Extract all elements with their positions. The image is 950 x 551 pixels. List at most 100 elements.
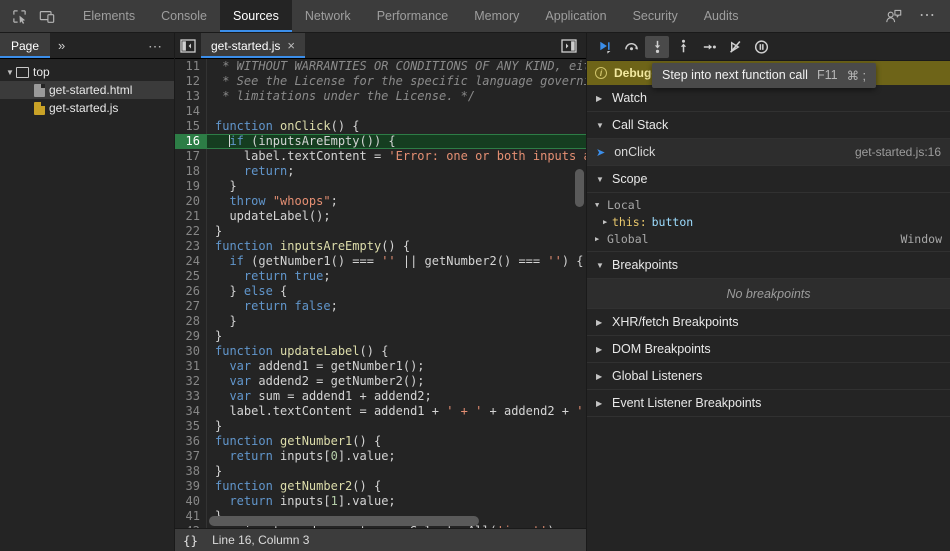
scope-property-value[interactable]: button <box>652 215 694 229</box>
code-text[interactable]: return inputs[0].value; <box>207 449 396 464</box>
code-text[interactable]: if (inputsAreEmpty()) { <box>207 134 396 149</box>
line-number[interactable]: 26 <box>175 284 207 299</box>
code-line[interactable]: 19 } <box>175 179 586 194</box>
code-text[interactable] <box>207 104 215 119</box>
code-text[interactable]: function inputsAreEmpty() { <box>207 239 410 254</box>
step-icon[interactable] <box>697 36 721 58</box>
line-number[interactable]: 24 <box>175 254 207 269</box>
scope-row-local[interactable]: ▼ Local <box>587 196 950 213</box>
section-watch[interactable]: ▶ Watch <box>587 85 950 112</box>
line-number[interactable]: 37 <box>175 449 207 464</box>
code-line[interactable]: 12 * See the License for the specific la… <box>175 74 586 89</box>
line-number[interactable]: 31 <box>175 359 207 374</box>
line-number[interactable]: 16 <box>175 134 207 149</box>
vertical-scrollbar[interactable] <box>575 169 584 207</box>
section-global-listeners[interactable]: ▶ Global Listeners <box>587 363 950 390</box>
line-number[interactable]: 41 <box>175 509 207 524</box>
line-number[interactable]: 15 <box>175 119 207 134</box>
code-line[interactable]: 32 var addend2 = getNumber2(); <box>175 374 586 389</box>
tab-memory[interactable]: Memory <box>461 0 532 32</box>
section-xhr-fetch-breakpoints[interactable]: ▶ XHR/fetch Breakpoints <box>587 309 950 336</box>
scrollbar-thumb[interactable] <box>209 516 479 526</box>
line-number[interactable]: 36 <box>175 434 207 449</box>
code-line[interactable]: 26 } else { <box>175 284 586 299</box>
line-number[interactable]: 25 <box>175 269 207 284</box>
line-number[interactable]: 22 <box>175 224 207 239</box>
code-text[interactable]: function getNumber1() { <box>207 434 381 449</box>
section-call-stack[interactable]: ▼ Call Stack <box>587 112 950 139</box>
code-text[interactable]: * WITHOUT WARRANTIES OR CONDITIONS OF AN… <box>207 59 586 74</box>
code-line[interactable]: 38} <box>175 464 586 479</box>
tab-sources[interactable]: Sources <box>220 0 292 32</box>
line-number[interactable]: 33 <box>175 389 207 404</box>
step-into-next-function-call-icon[interactable] <box>645 36 669 58</box>
line-number[interactable]: 20 <box>175 194 207 209</box>
section-event-listener-breakpoints[interactable]: ▶ Event Listener Breakpoints <box>587 390 950 417</box>
line-number[interactable]: 30 <box>175 344 207 359</box>
code-text[interactable]: function updateLabel() { <box>207 344 388 359</box>
tab-application[interactable]: Application <box>532 0 619 32</box>
scope-row-global[interactable]: ▶ Global Window <box>587 230 950 247</box>
code-line[interactable]: 40 return inputs[1].value; <box>175 494 586 509</box>
code-text[interactable]: var addend1 = getNumber1(); <box>207 359 425 374</box>
section-breakpoints[interactable]: ▼ Breakpoints <box>587 252 950 279</box>
tree-item-get-started-html[interactable]: get-started.html <box>0 81 174 99</box>
line-number[interactable]: 27 <box>175 299 207 314</box>
step-out-of-current-function-icon[interactable] <box>671 36 695 58</box>
code-text[interactable]: function onClick() { <box>207 119 360 134</box>
code-line[interactable]: 25 return true; <box>175 269 586 284</box>
code-text[interactable]: label.textContent = addend1 + ' + ' + ad… <box>207 404 586 419</box>
scope-row-this[interactable]: ▶ this: button <box>587 213 950 230</box>
code-text[interactable]: } <box>207 179 237 194</box>
code-line[interactable]: 28 } <box>175 314 586 329</box>
code-text[interactable]: } <box>207 464 222 479</box>
code-text[interactable]: } <box>207 224 222 239</box>
code-line[interactable]: 33 var sum = addend1 + addend2; <box>175 389 586 404</box>
code-line[interactable]: 21 updateLabel(); <box>175 209 586 224</box>
more-options-icon[interactable]: ⋯ <box>916 8 940 24</box>
code-text[interactable]: if (getNumber1() === '' || getNumber2() … <box>207 254 584 269</box>
navigator-more-options-icon[interactable]: ⋯ <box>138 33 174 58</box>
chevron-right-icon[interactable]: ▶ <box>595 235 604 243</box>
tree-item-get-started-js[interactable]: get-started.js <box>0 99 174 117</box>
horizontal-scrollbar[interactable] <box>209 516 584 526</box>
code-text[interactable]: } <box>207 329 222 344</box>
deactivate-breakpoints-icon[interactable] <box>723 36 747 58</box>
code-line[interactable]: 11 * WITHOUT WARRANTIES OR CONDITIONS OF… <box>175 59 586 74</box>
line-number[interactable]: 29 <box>175 329 207 344</box>
line-number[interactable]: 11 <box>175 59 207 74</box>
code-line[interactable]: 24 if (getNumber1() === '' || getNumber2… <box>175 254 586 269</box>
line-number[interactable]: 18 <box>175 164 207 179</box>
chevron-down-icon[interactable]: ▼ <box>595 201 604 209</box>
code-line[interactable]: 22} <box>175 224 586 239</box>
more-tabs-icon[interactable]: » <box>50 33 73 58</box>
show-debugger-icon[interactable] <box>556 39 582 53</box>
code-line[interactable]: 17 label.textContent = 'Error: one or bo… <box>175 149 586 164</box>
line-number[interactable]: 38 <box>175 464 207 479</box>
code-line[interactable]: 15function onClick() { <box>175 119 586 134</box>
code-line[interactable]: 34 label.textContent = addend1 + ' + ' +… <box>175 404 586 419</box>
source-code[interactable]: 11 * WITHOUT WARRANTIES OR CONDITIONS OF… <box>175 59 586 528</box>
line-number[interactable]: 34 <box>175 404 207 419</box>
tab-elements[interactable]: Elements <box>70 0 148 32</box>
code-line[interactable]: 13 * limitations under the License. */ <box>175 89 586 104</box>
inspect-element-icon[interactable] <box>6 3 32 29</box>
line-number[interactable]: 13 <box>175 89 207 104</box>
code-viewport[interactable]: 11 * WITHOUT WARRANTIES OR CONDITIONS OF… <box>175 59 586 528</box>
feedback-icon[interactable] <box>880 3 906 29</box>
code-text[interactable]: return; <box>207 164 295 179</box>
device-toolbar-icon[interactable] <box>34 3 60 29</box>
code-text[interactable]: updateLabel(); <box>207 209 331 224</box>
tab-performance[interactable]: Performance <box>364 0 462 32</box>
code-text[interactable]: } <box>207 419 222 434</box>
line-number[interactable]: 28 <box>175 314 207 329</box>
line-number[interactable]: 40 <box>175 494 207 509</box>
code-line[interactable]: 36function getNumber1() { <box>175 434 586 449</box>
code-line[interactable]: 29} <box>175 329 586 344</box>
code-line[interactable]: 14 <box>175 104 586 119</box>
code-line[interactable]: 31 var addend1 = getNumber1(); <box>175 359 586 374</box>
code-text[interactable]: function getNumber2() { <box>207 479 381 494</box>
line-number[interactable]: 21 <box>175 209 207 224</box>
show-navigator-icon[interactable] <box>175 33 201 58</box>
code-line[interactable]: 39function getNumber2() { <box>175 479 586 494</box>
